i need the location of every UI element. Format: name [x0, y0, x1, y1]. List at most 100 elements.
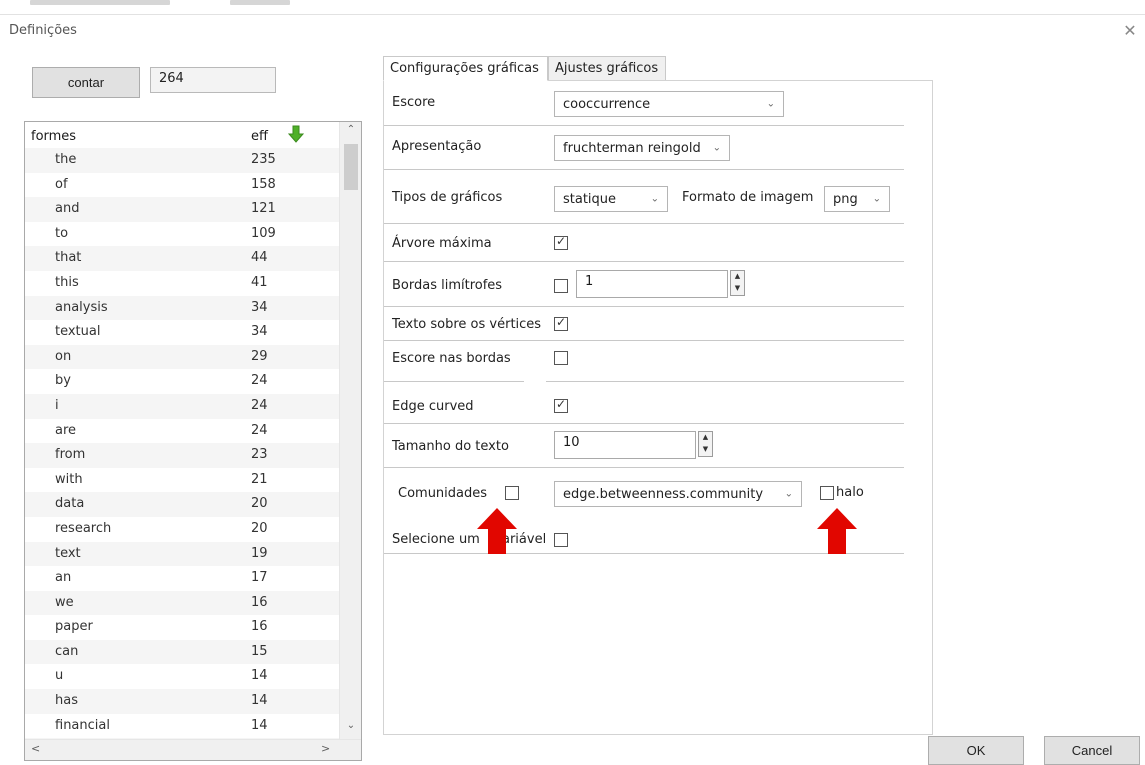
list-item[interactable]: paper 16	[25, 615, 340, 640]
list-item[interactable]: this 41	[25, 271, 340, 296]
list-item-frequency: 14	[251, 693, 268, 709]
vertical-scrollbar[interactable]: ⌃ ⌄	[339, 122, 361, 740]
halo-label: halo	[836, 485, 864, 500]
list-item[interactable]: research 20	[25, 517, 340, 542]
background-window-strip	[0, 0, 1145, 14]
list-item-frequency: 34	[251, 324, 268, 340]
horizontal-scrollbar[interactable]: < >	[25, 739, 361, 760]
bordas-spin-buttons[interactable]: ▲ ▼	[730, 270, 745, 296]
bordas-checkbox[interactable]	[554, 279, 568, 293]
list-item[interactable]: textual 34	[25, 320, 340, 345]
list-item-word: analysis	[55, 299, 108, 315]
list-item-word: by	[55, 373, 71, 389]
column-header-eff[interactable]: eff	[251, 129, 268, 144]
list-item-word: text	[55, 545, 81, 561]
list-item[interactable]: and 121	[25, 197, 340, 222]
comunidades-checkbox[interactable]	[505, 486, 519, 500]
list-item[interactable]: from 23	[25, 443, 340, 468]
variavel-checkbox[interactable]	[554, 533, 568, 547]
list-item[interactable]: of 158	[25, 173, 340, 198]
list-item[interactable]: data 20	[25, 492, 340, 517]
texto-vertices-checkbox[interactable]: ✓	[554, 315, 568, 331]
list-item-word: financial	[55, 717, 110, 733]
tab-ajustes-graficos[interactable]: Ajustes gráficos	[548, 56, 666, 81]
list-item-frequency: 235	[251, 152, 276, 167]
comunidades-label: Comunidades	[398, 486, 488, 501]
word-frequency-list[interactable]: formes eff the 235 of 158 and 121 to 109 that 44 t…	[24, 121, 362, 761]
close-icon[interactable]: ✕	[1121, 22, 1139, 40]
list-item[interactable]: an 17	[25, 566, 340, 591]
divider	[384, 381, 524, 382]
escore-select[interactable]: cooccurrence ⌄	[554, 91, 784, 117]
red-arrow-up-icon	[817, 508, 857, 554]
ok-button[interactable]: OK	[928, 736, 1024, 765]
spin-up-icon[interactable]: ▲	[731, 271, 744, 283]
arvore-checkbox[interactable]: ✓	[554, 234, 568, 250]
list-item[interactable]: u 14	[25, 664, 340, 689]
list-item-frequency: 158	[251, 176, 276, 192]
list-item-frequency: 109	[251, 225, 276, 241]
escore-bordas-label: Escore nas bordas	[392, 351, 511, 366]
list-item[interactable]: can 15	[25, 639, 340, 665]
list-item[interactable]: text 19	[25, 541, 340, 567]
spin-up-icon[interactable]: ▲	[699, 432, 712, 444]
tamanho-spinbox[interactable]: 10	[554, 431, 696, 459]
list-item-word: with	[55, 471, 83, 487]
settings-page: Escore cooccurrence ⌄ Apresentação fruch…	[383, 80, 933, 735]
list-item-word: we	[55, 594, 74, 610]
list-item-word: an	[55, 570, 72, 586]
list-item-word: i	[55, 397, 59, 413]
red-arrow-up-icon	[477, 508, 517, 554]
halo-checkbox[interactable]	[820, 486, 834, 500]
chevron-down-icon: ⌄	[650, 193, 659, 205]
tamanho-spin-buttons[interactable]: ▲ ▼	[698, 431, 713, 457]
scroll-left-icon[interactable]: <	[31, 742, 40, 755]
divider	[384, 423, 904, 424]
tipos-select[interactable]: statique ⌄	[554, 186, 668, 212]
divider	[546, 381, 904, 382]
list-item[interactable]: the 235	[25, 148, 340, 173]
list-item[interactable]: that 44	[25, 246, 340, 271]
arvore-label: Árvore máxima	[392, 236, 492, 251]
cancel-button[interactable]: Cancel	[1044, 736, 1140, 765]
list-item[interactable]: with 21	[25, 468, 340, 493]
scroll-up-icon[interactable]: ⌃	[340, 124, 361, 142]
count-button[interactable]: contar	[32, 67, 140, 98]
tab-configuracoes-graficas[interactable]: Configurações gráficas	[383, 56, 548, 81]
chevron-down-icon: ⌄	[872, 193, 881, 205]
list-item[interactable]: are 24	[25, 419, 340, 444]
list-item-frequency: 14	[251, 668, 268, 684]
list-item-frequency: 24	[251, 397, 268, 413]
bordas-spinbox[interactable]: 1	[576, 270, 728, 298]
list-item-frequency: 29	[251, 348, 268, 364]
spin-down-icon[interactable]: ▼	[699, 444, 712, 456]
list-item-frequency: 16	[251, 594, 268, 610]
list-item[interactable]: to 109	[25, 222, 340, 247]
tipos-label: Tipos de gráficos	[392, 190, 503, 205]
check-icon: ✓	[556, 397, 567, 411]
scroll-right-icon[interactable]: >	[321, 742, 330, 755]
formato-select[interactable]: png ⌄	[824, 186, 890, 212]
edge-curved-checkbox[interactable]: ✓	[554, 397, 568, 413]
background-text-ghost	[230, 0, 290, 5]
scroll-down-icon[interactable]: ⌄	[340, 720, 361, 738]
divider	[384, 223, 904, 224]
list-item-frequency: 20	[251, 520, 268, 536]
apresentacao-value: fruchterman reingold	[563, 140, 701, 156]
list-item[interactable]: we 16	[25, 590, 340, 616]
escore-bordas-checkbox[interactable]	[554, 351, 568, 365]
escore-value: cooccurrence	[563, 96, 651, 112]
list-item[interactable]: analysis 34	[25, 295, 340, 321]
list-item[interactable]: has 14	[25, 689, 340, 714]
column-header-formes[interactable]: formes	[31, 129, 76, 144]
spin-down-icon[interactable]: ▼	[731, 283, 744, 295]
chevron-down-icon: ⌄	[784, 488, 793, 500]
list-item[interactable]: i 24	[25, 393, 340, 419]
list-item[interactable]: financial 14	[25, 714, 340, 739]
apresentacao-select[interactable]: fruchterman reingold ⌄	[554, 135, 730, 161]
community-method-select[interactable]: edge.betweenness.community ⌄	[554, 481, 802, 507]
list-item[interactable]: on 29	[25, 344, 340, 370]
texto-vertices-label: Texto sobre os vértices	[392, 317, 542, 332]
list-item[interactable]: by 24	[25, 369, 340, 394]
scroll-thumb[interactable]	[344, 144, 358, 190]
